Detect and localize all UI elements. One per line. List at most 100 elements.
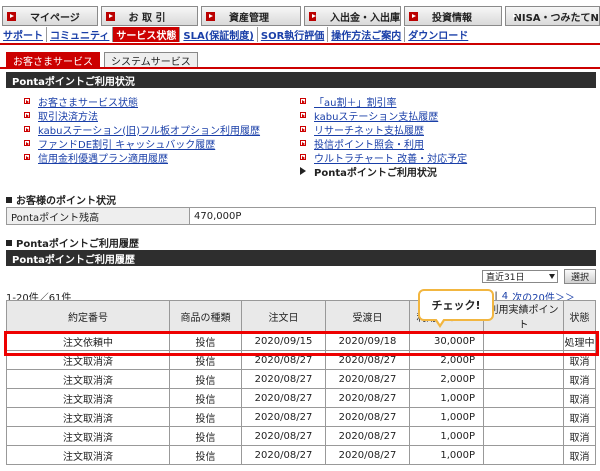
subnav-download[interactable]: ダウンロード bbox=[405, 27, 471, 42]
subnav-service-status[interactable]: サービス状態 bbox=[113, 27, 181, 42]
cell-product-type: 投信 bbox=[169, 407, 242, 427]
link-au-discount[interactable]: 「au割＋」割引率 bbox=[314, 94, 396, 109]
list-item: リサーチネット支払履歴 bbox=[300, 122, 467, 137]
top-tab-trade[interactable]: お 取 引 bbox=[100, 6, 199, 26]
list-item: Pontaポイントご利用状況 bbox=[300, 164, 467, 179]
cell-status: 取消 bbox=[563, 445, 596, 465]
top-tab-info[interactable]: 投資情報 bbox=[404, 6, 502, 26]
arrow-right-icon bbox=[409, 11, 418, 21]
link-list-right: 「au割＋」割引率 kabuステーション支払履歴 リサーチネット支払履歴 投信ポ… bbox=[300, 94, 467, 179]
balance-label: Pontaポイント残高 bbox=[7, 208, 190, 224]
cell-delivery-date: 2020/08/27 bbox=[325, 350, 410, 370]
tab-system-service[interactable]: システムサービス bbox=[104, 52, 198, 68]
divider bbox=[0, 43, 600, 45]
top-tab-deposit[interactable]: 入出金・入出庫 bbox=[303, 6, 401, 26]
cell-used-points: 2,000P bbox=[409, 350, 484, 370]
top-tab-nisa[interactable]: NISA・つみたてNISA bbox=[504, 6, 600, 26]
cell-order-number: 注文依頼中 bbox=[6, 331, 170, 351]
subnav-guide[interactable]: 操作方法ご案内 bbox=[328, 27, 406, 42]
cell-delivery-date: 2020/09/18 bbox=[325, 331, 410, 351]
bullet-arrow-icon bbox=[300, 154, 306, 160]
list-item: kabuステーション(旧)フル板オプション利用履歴 bbox=[24, 122, 260, 137]
square-bullet-icon bbox=[6, 239, 12, 246]
cell-order-date: 2020/08/27 bbox=[241, 369, 326, 389]
link-kabustation-payment[interactable]: kabuステーション支払履歴 bbox=[314, 108, 438, 123]
cell-delivery-date: 2020/08/27 bbox=[325, 407, 410, 427]
table-row: 注文取消済 投信 2020/08/27 2020/08/27 2,000P 取消 bbox=[6, 369, 596, 389]
cell-product-type: 投信 bbox=[169, 331, 242, 351]
list-item: kabuステーション支払履歴 bbox=[300, 108, 467, 123]
bullet-arrow-icon bbox=[300, 140, 306, 146]
link-settlement-method[interactable]: 取引決済方法 bbox=[38, 108, 98, 123]
col-product-type: 商品の種類 bbox=[169, 300, 242, 332]
cell-delivery-date: 2020/08/27 bbox=[325, 426, 410, 446]
callout-bubble: チェック! bbox=[418, 289, 494, 328]
cell-actual-points bbox=[483, 331, 564, 351]
cell-product-type: 投信 bbox=[169, 388, 242, 408]
subnav-community[interactable]: コミュニティ bbox=[47, 27, 114, 42]
divider bbox=[0, 67, 600, 69]
col-actual-points: 利用実績ポイント bbox=[483, 300, 564, 332]
cell-status: 取消 bbox=[563, 426, 596, 446]
cell-used-points: 1,000P bbox=[409, 426, 484, 446]
top-tab-label: NISA・つみたてNISA bbox=[513, 12, 600, 24]
select-button[interactable]: 選択 bbox=[564, 269, 596, 284]
bullet-arrow-icon bbox=[24, 112, 30, 118]
cell-used-points: 2,000P bbox=[409, 369, 484, 389]
cell-order-date: 2020/08/27 bbox=[241, 445, 326, 465]
col-status: 状態 bbox=[563, 300, 596, 332]
cell-order-date: 2020/09/15 bbox=[241, 331, 326, 351]
table-row: 注文取消済 投信 2020/08/27 2020/08/27 1,000P 取消 bbox=[6, 426, 596, 446]
cell-order-number: 注文取消済 bbox=[6, 445, 170, 465]
cell-used-points: 1,000P bbox=[409, 388, 484, 408]
top-tab-label: 資産管理 bbox=[229, 12, 270, 24]
history-header-bar: Pontaポイントご利用履歴 bbox=[6, 250, 596, 266]
link-researchnet-payment[interactable]: リサーチネット支払履歴 bbox=[314, 122, 424, 137]
top-tab-mypage[interactable]: マイページ bbox=[2, 6, 98, 26]
table-header-row: 約定番号 商品の種類 注文日 受渡日 利用ポイント 利用実績ポイント 状態 bbox=[6, 300, 596, 332]
cell-actual-points bbox=[483, 426, 564, 446]
period-select[interactable]: 直近31日 bbox=[482, 270, 558, 283]
link-margin-plan-history[interactable]: 信用金利優遇プラン適用履歴 bbox=[38, 150, 168, 165]
subnav-support[interactable]: サポート bbox=[0, 27, 47, 42]
balance-section-title: お客様のポイント状況 bbox=[6, 192, 116, 207]
bullet-arrow-icon bbox=[300, 126, 306, 132]
list-item: 信用金利優遇プラン適用履歴 bbox=[24, 150, 260, 165]
cell-order-number: 注文取消済 bbox=[6, 350, 170, 370]
arrow-right-icon bbox=[105, 11, 115, 21]
cell-order-number: 注文取消済 bbox=[6, 388, 170, 408]
top-tab-assets[interactable]: 資産管理 bbox=[201, 6, 301, 26]
link-customer-service-status[interactable]: お客さまサービス状態 bbox=[38, 94, 138, 109]
history-section-label: Pontaポイントご利用履歴 bbox=[16, 239, 139, 250]
subnav-sor[interactable]: SOR執行評価 bbox=[258, 27, 329, 42]
cell-used-points: 30,000P bbox=[409, 331, 484, 351]
current-page-label: Pontaポイントご利用状況 bbox=[314, 167, 437, 179]
balance-value: 470,000P bbox=[194, 210, 242, 222]
period-value: 直近31日 bbox=[486, 273, 525, 283]
cell-used-points: 1,000P bbox=[409, 445, 484, 465]
tab-customer-service[interactable]: お客さまサービス bbox=[6, 52, 100, 68]
cell-order-number: 注文取消済 bbox=[6, 426, 170, 446]
subnav-sla[interactable]: SLA(保証制度) bbox=[180, 27, 258, 42]
cell-order-date: 2020/08/27 bbox=[241, 350, 326, 370]
bullet-arrow-icon bbox=[24, 126, 30, 132]
link-ultrachart[interactable]: ウルトラチャート 改善・対応予定 bbox=[314, 150, 467, 165]
cell-status: 取消 bbox=[563, 407, 596, 427]
arrow-right-icon bbox=[206, 11, 216, 21]
history-section-title: Pontaポイントご利用履歴 bbox=[6, 235, 139, 250]
sub-nav: サポート コミュニティ サービス状態 SLA(保証制度) SOR執行評価 操作方… bbox=[0, 27, 600, 42]
table-row: 注文取消済 投信 2020/08/27 2020/08/27 1,000P 取消 bbox=[6, 407, 596, 427]
top-tab-label: 入出金・入出庫 bbox=[330, 12, 400, 24]
cell-order-date: 2020/08/27 bbox=[241, 407, 326, 427]
table-row: 注文取消済 投信 2020/08/27 2020/08/27 1,000P 取消 bbox=[6, 445, 596, 465]
cell-actual-points bbox=[483, 407, 564, 427]
cell-order-number: 注文取消済 bbox=[6, 407, 170, 427]
list-item: 投信ポイント照会・利用 bbox=[300, 136, 467, 151]
cell-product-type: 投信 bbox=[169, 350, 242, 370]
link-fund-points[interactable]: 投信ポイント照会・利用 bbox=[314, 136, 424, 151]
list-item: お客さまサービス状態 bbox=[24, 94, 260, 109]
link-list-left: お客さまサービス状態 取引決済方法 kabuステーション(旧)フル板オプション利… bbox=[24, 94, 260, 165]
link-kabustation-option-history[interactable]: kabuステーション(旧)フル板オプション利用履歴 bbox=[38, 122, 260, 137]
link-fund-cashback-history[interactable]: ファンドDE割引 キャッシュバック履歴 bbox=[38, 136, 215, 151]
bullet-arrow-icon bbox=[24, 154, 30, 160]
